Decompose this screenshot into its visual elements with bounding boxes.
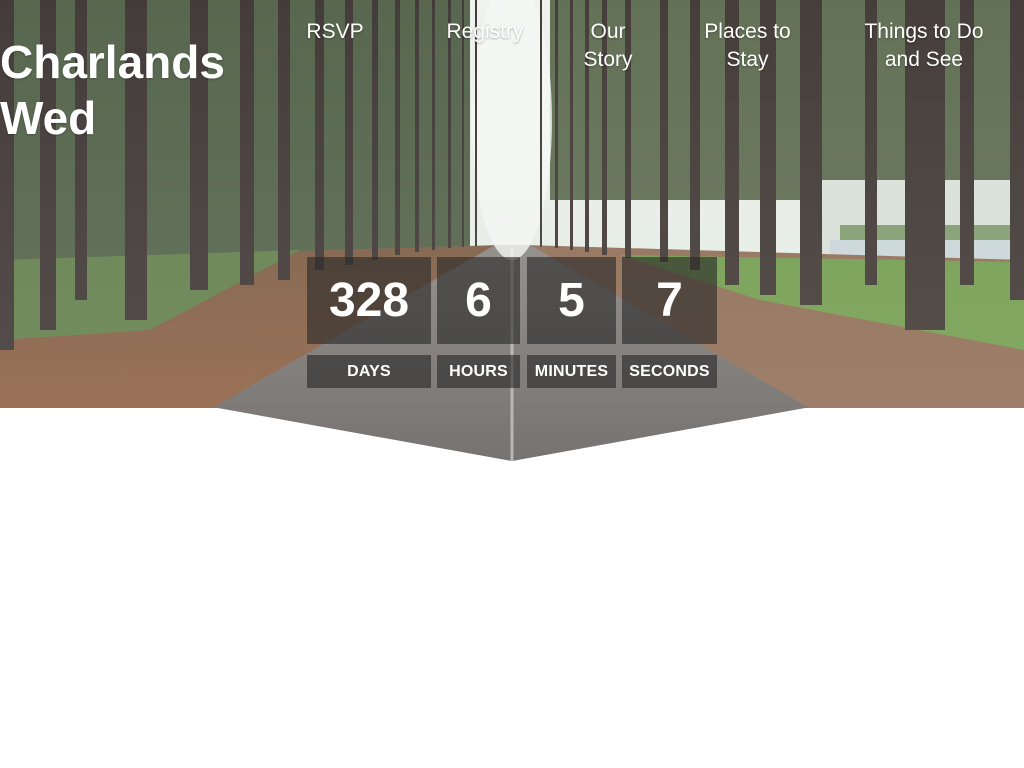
nav-link-places-to-stay[interactable]: Places to Stay: [700, 18, 795, 74]
countdown-seconds-label: SECONDS: [622, 355, 717, 388]
countdown-minutes-label: MINUTES: [527, 355, 616, 388]
nav-link-rsvp[interactable]: RSVP: [300, 18, 370, 46]
countdown-days-value: 328: [307, 257, 431, 344]
countdown-days-label: DAYS: [307, 355, 431, 388]
countdown-hours-label: HOURS: [437, 355, 520, 388]
countdown-seconds-value: 7: [622, 257, 717, 344]
nav-link-things-to-do[interactable]: Things to Do and See: [850, 18, 998, 74]
nav-link-registry[interactable]: Registry: [420, 18, 550, 46]
main-nav: RSVP Registry Our Story Places to Stay T…: [0, 18, 1024, 78]
nav-link-our-story[interactable]: Our Story: [572, 18, 644, 74]
countdown-minutes-value: 5: [527, 257, 616, 344]
countdown-hours-value: 6: [437, 257, 520, 344]
